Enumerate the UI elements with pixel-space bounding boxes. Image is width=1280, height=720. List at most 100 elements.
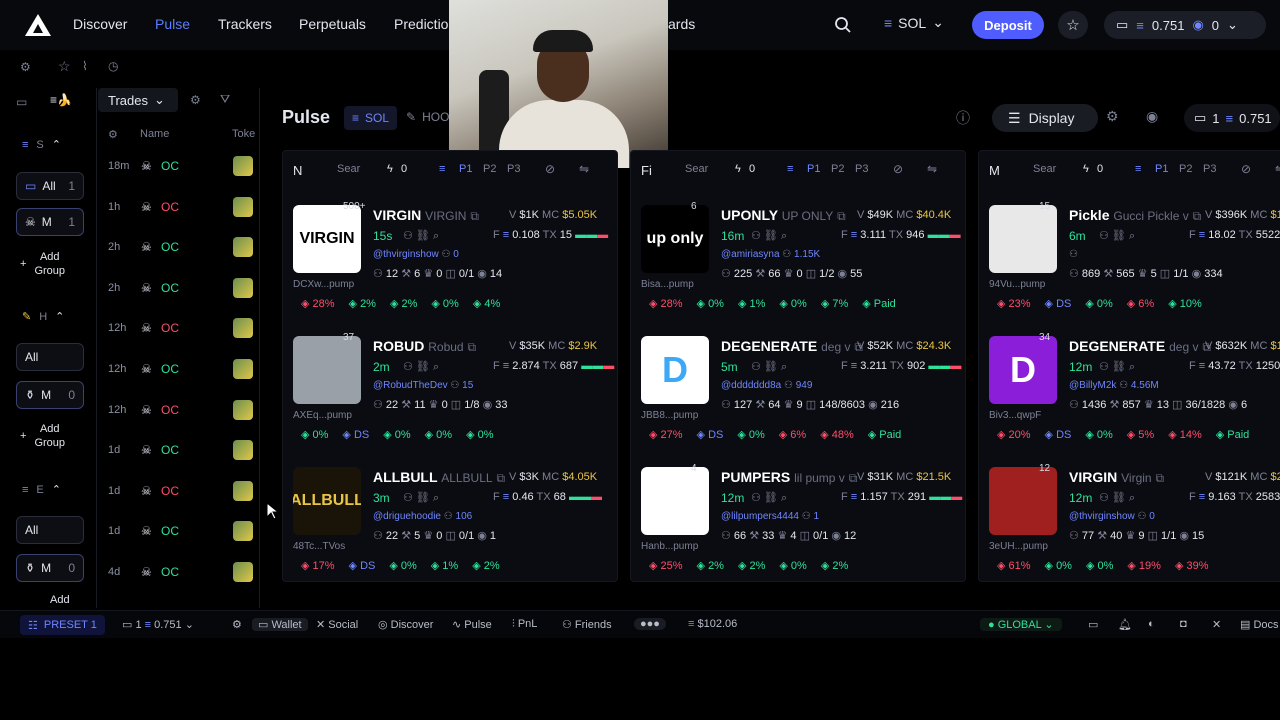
token-thumbnail[interactable] (233, 521, 253, 542)
search-icon[interactable] (834, 16, 852, 34)
table-row[interactable]: 12h ☠ OC (97, 390, 261, 430)
preset-p1[interactable]: P1 (459, 163, 472, 175)
group-m-button[interactable]: ⚱ M 0 (16, 554, 84, 582)
token-handle[interactable]: @BillyM2k ⚇ 4.56M (1069, 380, 1159, 391)
sliders-icon[interactable]: ⇋ (927, 162, 937, 176)
group-m-button[interactable]: ⚱ M 0 (16, 381, 84, 409)
token-address[interactable]: Bisa...pump (641, 279, 694, 290)
nav-perpetuals[interactable]: Perpetuals (299, 16, 366, 32)
group-all-button[interactable]: ▭ All 1 (16, 172, 84, 200)
group-all-button[interactable]: All (16, 516, 84, 544)
token-handle[interactable]: @lilpumpers4444 ⚇ 1 (721, 511, 819, 522)
hide-icon[interactable]: ⊘ (893, 162, 903, 176)
token-handle[interactable]: @driguehoodie ⚇ 106 (373, 511, 472, 522)
table-row[interactable]: 18m ☠ OC (97, 146, 261, 186)
token-image[interactable] (989, 467, 1057, 535)
token-address[interactable]: DCXw...pump (293, 279, 354, 290)
social-icons[interactable]: ⚇ ⛓ ⌕ (1099, 491, 1135, 505)
bottom-discover-tab[interactable]: ◎ Discover (378, 618, 433, 631)
history-icon[interactable]: ◷ (108, 59, 118, 73)
preset-p2[interactable]: P2 (1179, 163, 1192, 175)
token-thumbnail[interactable] (233, 196, 253, 217)
token-thumbnail[interactable] (233, 156, 253, 176)
add-group-button[interactable]: + Add Group (20, 250, 65, 278)
table-row[interactable]: 2h ☠ OC (97, 227, 261, 267)
bottom-wallet-tab[interactable]: ▭ Wallet (252, 618, 308, 631)
chart-icon[interactable]: ⌇ (82, 59, 88, 73)
gear-icon[interactable]: ⚙ (20, 60, 31, 74)
token-image[interactable] (641, 467, 709, 535)
group-m-button[interactable]: ☠ M 1 (16, 208, 84, 236)
nav-pulse[interactable]: Pulse (155, 16, 190, 32)
token-image[interactable]: up only (641, 205, 709, 273)
token-card[interactable]: 15 94Vu...pump Pickle Gucci Pickle v ⧉ V $3… (989, 201, 1280, 325)
discord-icon[interactable]: ◘ (1180, 618, 1187, 630)
group-header[interactable]: ≡ E ⌃ (22, 483, 61, 497)
token-address[interactable]: 48Tc...TVos (293, 541, 345, 552)
preset-button[interactable]: ☷ PRESET 1 (20, 615, 105, 635)
token-image[interactable]: D (641, 336, 709, 404)
emoji-icon[interactable]: ●●● (634, 618, 666, 630)
wallet-balance-button[interactable]: ▭ ≡ 0.751 ◉ 0 ⌄ (1104, 11, 1266, 39)
token-thumbnail[interactable] (233, 318, 253, 339)
palette-icon[interactable]: ◐ (1148, 618, 1155, 630)
eye-icon[interactable]: ◉ (1146, 108, 1158, 125)
token-thumbnail[interactable] (233, 277, 253, 298)
sliders-icon[interactable]: ⇋ (1275, 162, 1280, 176)
social-icons[interactable]: ⚇ ⛓ ⌕ (751, 491, 787, 505)
token-handle[interactable]: ⚇ (1069, 249, 1078, 260)
preset-p3[interactable]: P3 (507, 163, 520, 175)
copy-icon[interactable]: ⧉ (1155, 471, 1164, 485)
token-card[interactable]: D 34 Biv3...qwpF DEGENERATE deg v ⧉ V $632K … (989, 332, 1280, 456)
preset-p2[interactable]: P2 (483, 163, 496, 175)
watchlist-star-icon[interactable]: ☆ (1058, 11, 1088, 39)
token-address[interactable]: 94Vu...pump (989, 279, 1045, 290)
group-all-button[interactable]: All (16, 343, 84, 371)
token-thumbnail[interactable] (233, 562, 253, 582)
chain-tab-hoo[interactable]: ✎ HOO (406, 110, 449, 124)
table-row[interactable]: 1d ☠ OC (97, 511, 261, 551)
table-row[interactable]: 4d ☠ OC (97, 552, 261, 592)
token-thumbnail[interactable] (233, 480, 253, 501)
deposit-button[interactable]: Deposit (972, 11, 1044, 39)
copy-icon[interactable]: ⧉ (1193, 209, 1202, 223)
token-card[interactable]: D JBB8...pump DEGENERATE deg v ⧉ V $52K MC … (641, 332, 961, 456)
x-icon[interactable]: ✕ (1212, 618, 1221, 631)
region-selector[interactable]: ● GLOBAL ⌄ (980, 618, 1062, 631)
copy-icon[interactable]: ⧉ (849, 471, 858, 485)
token-address[interactable]: 3eUH...pump (989, 541, 1048, 552)
social-icons[interactable]: ⚇ ⛓ ⌕ (403, 229, 439, 243)
token-thumbnail[interactable] (233, 237, 253, 258)
preset-p3[interactable]: P3 (855, 163, 868, 175)
social-icons[interactable]: ⚇ ⛓ ⌕ (751, 360, 787, 374)
column-search-input[interactable]: Sear (1033, 163, 1056, 175)
social-icons[interactable]: ⚇ ⛓ ⌕ (403, 491, 439, 505)
token-image[interactable]: VIRGIN (293, 205, 361, 273)
group-header[interactable]: ≡ S ⌃ (22, 138, 61, 152)
token-address[interactable]: JBB8...pump (641, 410, 698, 421)
token-image[interactable] (989, 205, 1057, 273)
add-group-button[interactable]: Add (50, 594, 70, 606)
bottom-friends-tab[interactable]: ⚇ Friends (562, 618, 612, 631)
table-row[interactable]: 1d ☠ OC (97, 430, 261, 470)
token-handle[interactable]: @thvirginshow ⚇ 0 (1069, 511, 1155, 522)
token-card[interactable]: 4 Hanb...pump PUMPERS lil pump v ⧉ V $31K M… (641, 463, 962, 587)
table-row[interactable]: 12h ☠ OC (97, 308, 261, 348)
preset-p1[interactable]: P1 (807, 163, 820, 175)
pulse-wallet-button[interactable]: ▭ 1 ≡ 0.751 (1184, 104, 1280, 132)
token-thumbnail[interactable] (233, 359, 253, 379)
copy-icon[interactable]: ⧉ (837, 209, 846, 223)
preset-p2[interactable]: P2 (831, 163, 844, 175)
copy-icon[interactable]: ⧉ (468, 340, 477, 354)
token-handle[interactable]: @RobudTheDev ⚇ 15 (373, 380, 473, 391)
token-address[interactable]: Hanb...pump (641, 541, 698, 552)
nav-trackers[interactable]: Trackers (218, 16, 272, 32)
bottom-pnl-tab[interactable]: ⫶ PnL (512, 618, 537, 631)
hide-icon[interactable]: ⊘ (545, 162, 555, 176)
token-thumbnail[interactable] (233, 399, 253, 420)
star-icon[interactable]: ☆ (58, 58, 71, 75)
hide-icon[interactable]: ⊘ (1241, 162, 1251, 176)
token-image[interactable]: D (989, 336, 1057, 404)
app-logo-icon[interactable] (24, 13, 52, 37)
copy-icon[interactable]: ⧉ (496, 471, 505, 485)
